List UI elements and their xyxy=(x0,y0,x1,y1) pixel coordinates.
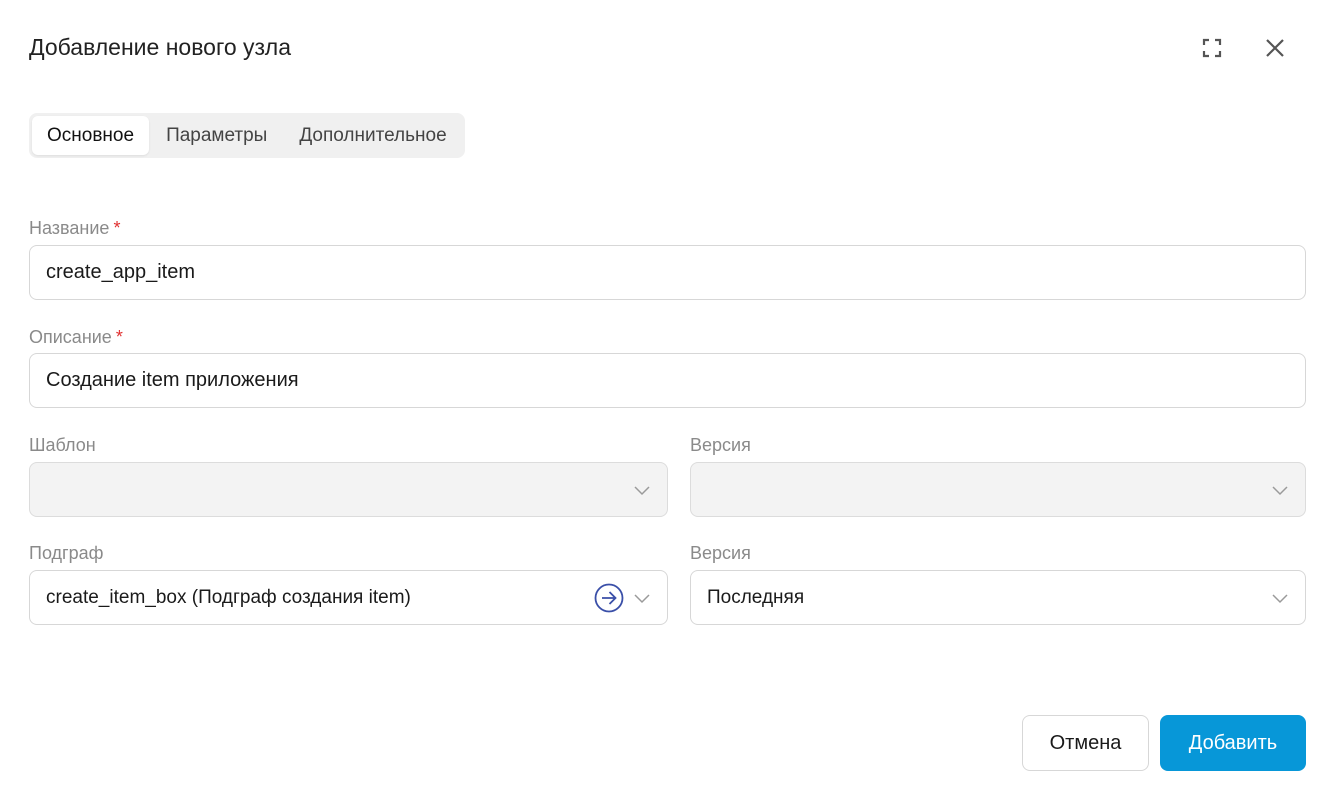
name-label: Название * xyxy=(29,218,120,239)
close-icon xyxy=(1266,39,1284,57)
tab-main[interactable]: Основное xyxy=(32,116,150,155)
chevron-down-icon xyxy=(1272,485,1288,495)
subgraph-version-value: Последняя xyxy=(707,586,805,608)
description-field[interactable]: Создание item приложения xyxy=(29,353,1306,408)
chevron-down-icon xyxy=(1272,593,1288,603)
cancel-button[interactable]: Отмена xyxy=(1022,715,1149,771)
add-node-dialog: Добавление нового узла Основное Параметр… xyxy=(0,0,1330,787)
template-label: Шаблон xyxy=(29,435,96,455)
tab-bar: Основное Параметры Дополнительное xyxy=(29,113,465,158)
dialog-title: Добавление нового узла xyxy=(29,34,292,60)
subgraph-value: create_item_box (Подграф создания item) xyxy=(46,586,411,608)
required-mark: * xyxy=(113,218,121,238)
description-label-text: Описание xyxy=(29,327,112,347)
arrow-right-circle-icon[interactable] xyxy=(594,583,624,613)
description-value: Создание item приложения xyxy=(46,369,299,391)
expand-button[interactable] xyxy=(1197,33,1227,63)
chevron-down-icon xyxy=(634,485,650,495)
add-button[interactable]: Добавить xyxy=(1160,715,1306,771)
subgraph-version-label: Версия xyxy=(690,543,751,563)
subgraph-select[interactable]: create_item_box (Подграф создания item) xyxy=(29,570,668,625)
name-field[interactable]: create_app_item xyxy=(29,245,1306,300)
subgraph-label: Подграф xyxy=(29,543,104,563)
tab-parameters[interactable]: Параметры xyxy=(151,116,282,155)
required-mark: * xyxy=(115,327,123,347)
chevron-down-icon xyxy=(634,593,650,603)
tab-additional[interactable]: Дополнительное xyxy=(284,116,461,155)
template-select[interactable] xyxy=(29,462,668,517)
expand-icon xyxy=(1202,38,1222,58)
subgraph-version-select[interactable]: Последняя xyxy=(690,570,1306,625)
name-label-text: Название xyxy=(29,218,110,238)
template-version-label: Версия xyxy=(690,435,751,455)
name-value: create_app_item xyxy=(46,261,195,283)
template-version-select[interactable] xyxy=(690,462,1306,517)
close-button[interactable] xyxy=(1260,33,1290,63)
description-label: Описание * xyxy=(29,327,123,348)
